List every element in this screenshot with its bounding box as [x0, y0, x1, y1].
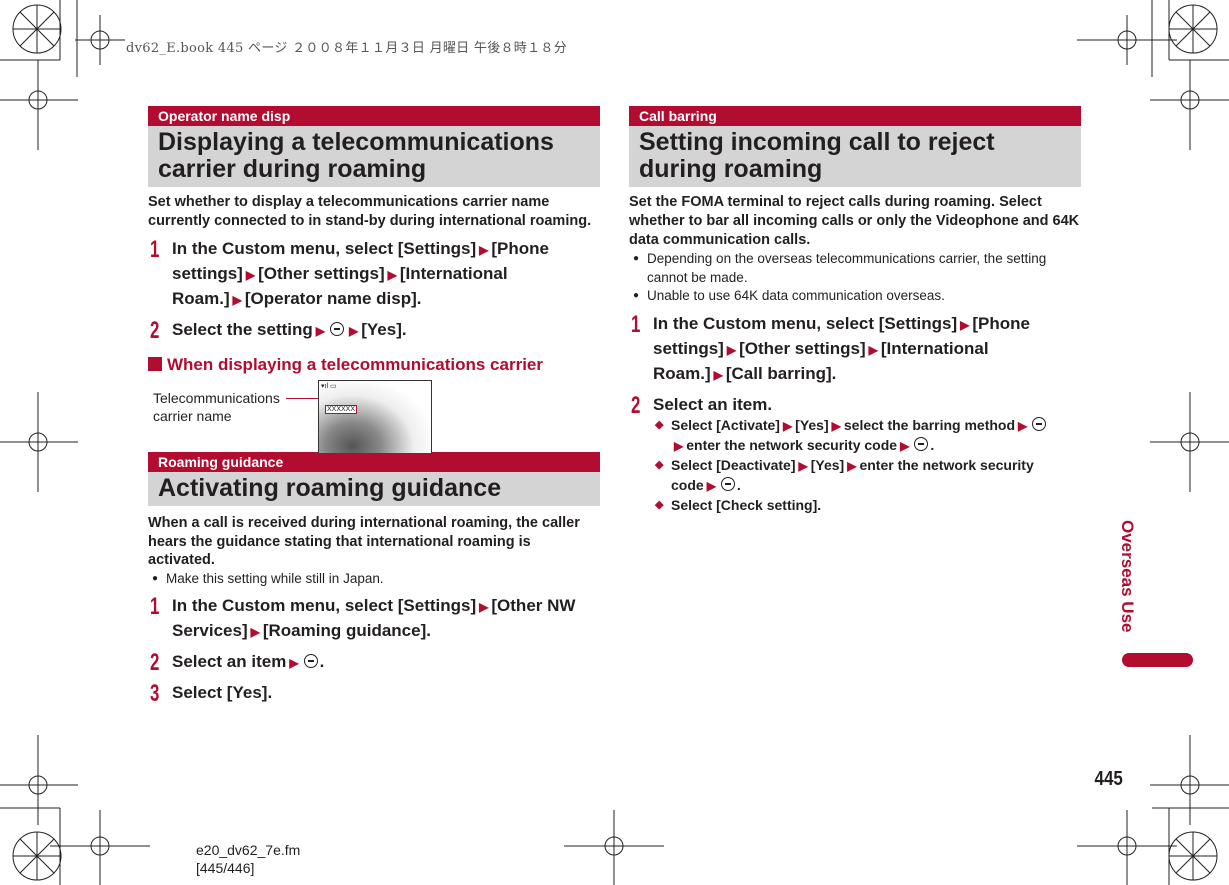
sub-text: select the barring method: [843, 416, 1016, 433]
section-title: Setting incoming call to reject during r…: [629, 126, 1081, 187]
step-number: 3: [150, 680, 160, 707]
phone-screen-image: ▾ıl ▭ XXXXXX: [318, 380, 432, 453]
arrow-icon: ▶: [713, 367, 723, 382]
section-band: Roaming guidance: [148, 452, 600, 472]
footer-pages: [445/446]: [196, 860, 255, 876]
center-key-icon: [303, 654, 318, 668]
arrow-icon: ▶: [1018, 418, 1028, 433]
arrow-icon: ▶: [900, 438, 910, 453]
subheading: When displaying a telecommunications car…: [148, 355, 600, 375]
section-title: Displaying a telecommunications carrier …: [148, 126, 600, 187]
sub-option: Select [Check setting].: [629, 496, 1081, 515]
step-text: .: [319, 652, 325, 671]
step-number: 1: [150, 593, 160, 620]
step-number: 1: [150, 236, 160, 263]
signal-icon: ▾ıl ▭: [321, 383, 337, 390]
sub-text: .: [736, 476, 741, 493]
carrier-name-text: XXXXXX: [325, 405, 358, 414]
left-column: Operator name disp Displaying a telecomm…: [148, 106, 600, 707]
section-band: Operator name disp: [148, 106, 600, 126]
arrow-icon: ▶: [798, 458, 808, 473]
step-number: 2: [150, 649, 160, 676]
sub-text: [Yes]: [810, 456, 845, 473]
arrow-icon: ▶: [387, 268, 397, 282]
callout-label: Telecommunications carrier name: [153, 390, 280, 424]
step-number: 2: [631, 391, 641, 419]
step-text: [Operator name disp].: [244, 289, 422, 308]
arrow-icon: ▶: [674, 438, 684, 453]
sub-text: Select [Activate]: [671, 416, 780, 433]
arrow-icon: ▶: [782, 418, 793, 433]
bullet-item: Depending on the overseas telecommunicat…: [629, 250, 1081, 287]
step-text: [Roaming guidance].: [262, 621, 431, 640]
sub-text: enter the network security code: [686, 436, 898, 453]
section-band: Call barring: [629, 106, 1081, 126]
step-number: 1: [631, 310, 641, 338]
sub-text: Select [Deactivate]: [671, 456, 796, 473]
arrow-icon: ▶: [960, 317, 970, 332]
footer-file: e20_dv62_7e.fm: [196, 842, 301, 858]
arrow-icon: ▶: [245, 268, 256, 282]
arrow-icon: ▶: [349, 324, 359, 338]
step-text: In the Custom menu, select [Settings]: [653, 313, 958, 333]
step-text: Select the setting: [172, 320, 313, 339]
center-key-icon: [720, 476, 735, 491]
step-text: [Other settings]: [739, 338, 866, 358]
print-header: dv62_E.book 445 ページ ２００８年１１月３日 月曜日 午後８時１…: [126, 41, 567, 56]
center-key-icon: [330, 322, 344, 336]
square-icon: [148, 357, 162, 371]
step-text: In the Custom menu, select [Settings]: [172, 239, 477, 258]
arrow-icon: ▶: [289, 656, 299, 670]
step-number: 2: [150, 317, 160, 344]
bullet-item: Unable to use 64K data communication ove…: [629, 287, 1081, 306]
arrow-icon: ▶: [479, 600, 489, 614]
side-tab-label: Overseas Use: [1118, 520, 1137, 633]
right-column: Call barring Setting incoming call to re…: [629, 106, 1081, 515]
arrow-icon: ▶: [831, 418, 841, 433]
footer-info: e20_dv62_7e.fm [445/446]: [196, 841, 300, 877]
section-title: Activating roaming guidance: [148, 472, 600, 506]
step-text: In the Custom menu, select [Settings]: [172, 596, 477, 615]
step-text: Select [Yes].: [172, 683, 273, 702]
arrow-icon: ▶: [479, 243, 489, 257]
step-1: 1 In the Custom menu, select [Settings] ▶[…: [148, 594, 600, 644]
bullet-item: Make this setting while still in Japan.: [148, 570, 600, 589]
step-1: 1 In the Custom menu, select [Settings] ▶[…: [629, 312, 1081, 387]
intro-text: Set the FOMA terminal to reject calls du…: [629, 194, 1080, 248]
arrow-icon: ▶: [847, 458, 857, 473]
arrow-icon: ▶: [250, 625, 260, 639]
arrow-icon: ▶: [315, 324, 325, 338]
sub-text: [Yes]: [795, 416, 829, 433]
sub-text: .: [930, 436, 935, 453]
sub-option: Select [Deactivate]▶[Yes]▶enter the netw…: [629, 456, 1081, 496]
arrow-icon: ▶: [868, 342, 878, 357]
step-1: 1 In the Custom menu, select [Settings] ▶[…: [148, 237, 600, 312]
step-3: 3 Select [Yes].: [148, 680, 600, 707]
step-text: [Call barring].: [725, 363, 837, 383]
arrow-icon: ▶: [706, 478, 716, 493]
step-text: Select an item: [172, 652, 287, 671]
step-text: [Other settings]: [258, 264, 385, 283]
arrow-icon: ▶: [232, 293, 242, 307]
page-number: 445: [1094, 768, 1123, 790]
step-2: 2 Select an item ▶.: [148, 650, 600, 675]
step-text: Select an item.: [653, 394, 773, 414]
step-2: 2 Select the setting ▶ ▶ [Yes].: [148, 318, 600, 343]
subheading-text: When displaying a telecommunications car…: [167, 355, 543, 374]
step-2: 2 Select an item.: [629, 391, 1081, 419]
step-text: [Yes].: [361, 320, 407, 339]
intro-text: When a call is received during internati…: [148, 515, 580, 568]
intro-text: Set whether to display a telecommunicati…: [148, 194, 592, 229]
sub-option: Select [Activate]▶[Yes]▶select the barri…: [629, 416, 1081, 456]
side-tab-marker: [1122, 653, 1193, 667]
arrow-icon: ▶: [726, 342, 737, 357]
screen-figure: Telecommunications carrier name ▾ıl ▭ XX…: [148, 375, 600, 453]
center-key-icon: [914, 436, 929, 451]
center-key-icon: [1032, 416, 1047, 431]
